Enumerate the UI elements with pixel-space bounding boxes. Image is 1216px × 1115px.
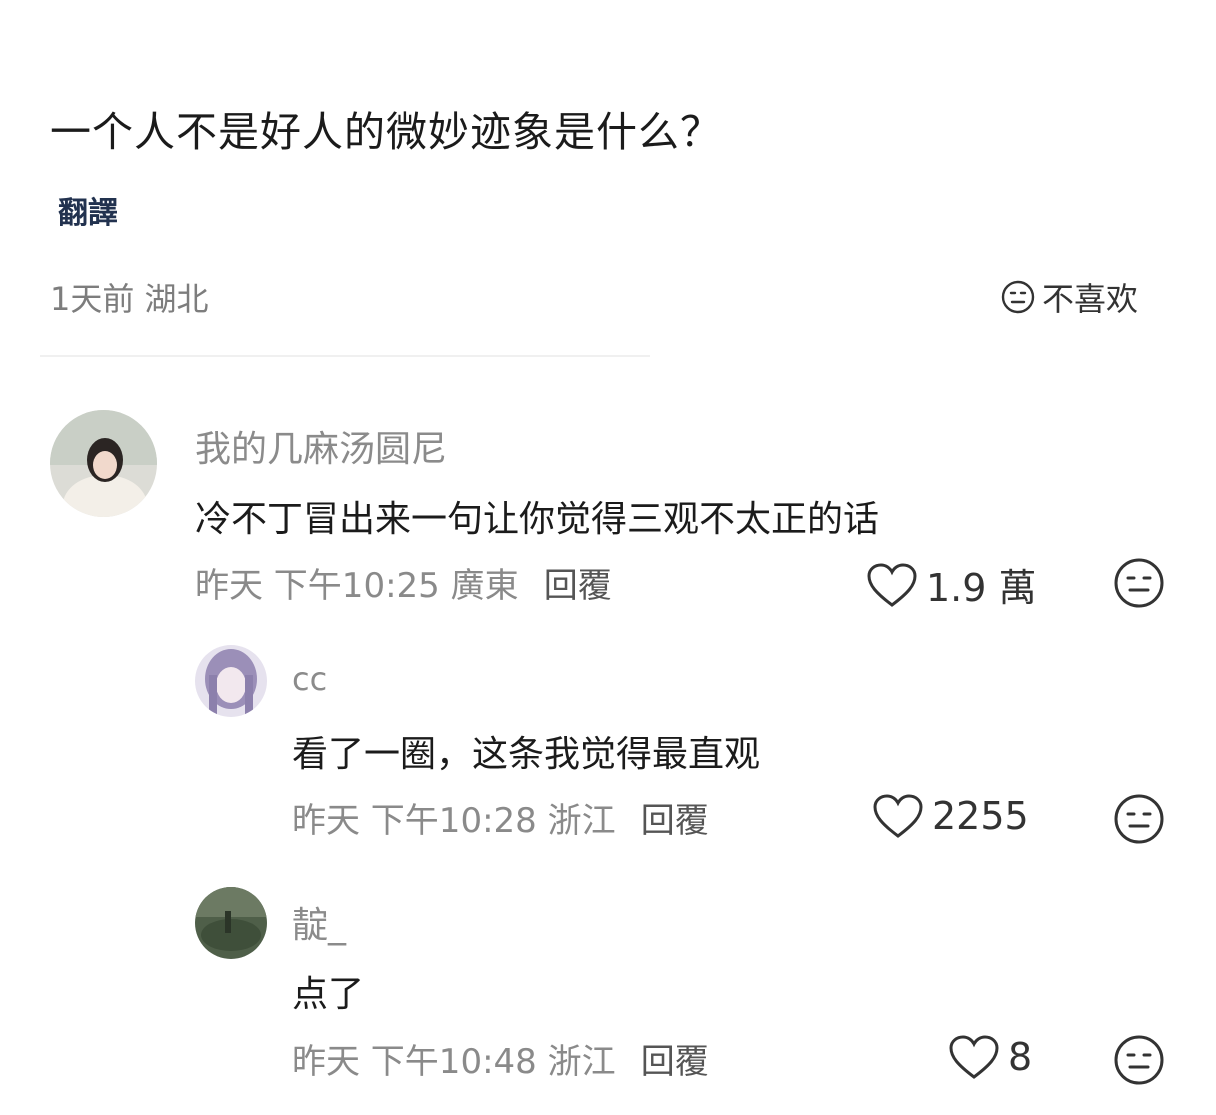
post-title: 一个人不是好人的微妙迹象是什么？ (50, 108, 722, 156)
like-count: 8 (1008, 1035, 1033, 1079)
avatar[interactable] (50, 410, 157, 517)
comment-username[interactable]: cc (292, 660, 327, 698)
comment-text: 看了一圈，这条我觉得最直观 (292, 734, 761, 775)
post-dislike-button[interactable]: 不喜欢 (1000, 274, 1138, 320)
avatar[interactable] (195, 887, 267, 959)
comment-meta: 昨天 下午10:28 浙江 (292, 801, 616, 841)
reply-button[interactable]: 回覆 (544, 566, 612, 606)
dislike-button[interactable] (1113, 1034, 1165, 1090)
like-button[interactable]: 2255 (872, 793, 1029, 839)
post-meta: 1天前 湖北 (50, 280, 209, 318)
post-dislike-label: 不喜欢 (1042, 280, 1139, 318)
comment-meta: 昨天 下午10:25 廣東 (195, 566, 519, 606)
comment-meta-row: 昨天 下午10:28 浙江 回覆 (292, 793, 709, 842)
avatar[interactable] (195, 645, 267, 717)
divider (40, 355, 650, 357)
heart-outline-icon (867, 562, 917, 607)
dislike-button[interactable] (1113, 793, 1165, 849)
meh-face-icon (1001, 280, 1035, 314)
translate-link[interactable]: 翻譯 (58, 188, 118, 232)
like-button[interactable]: 1.9 萬 (866, 557, 1037, 612)
comment-text: 点了 (292, 974, 365, 1015)
heart-outline-icon (873, 794, 923, 838)
meh-face-icon (1114, 794, 1164, 844)
meh-face-icon (1114, 1035, 1164, 1085)
like-count: 1.9 萬 (926, 566, 1037, 610)
heart-outline-icon (949, 1035, 999, 1079)
meh-face-icon (1114, 558, 1164, 608)
comment-text: 冷不丁冒出来一句让你觉得三观不太正的话 (195, 499, 880, 540)
like-button[interactable]: 8 (948, 1034, 1032, 1080)
like-count: 2255 (932, 794, 1029, 838)
reply-button[interactable]: 回覆 (641, 801, 709, 841)
comment-meta: 昨天 下午10:48 浙江 (292, 1042, 616, 1082)
comment-meta-row: 昨天 下午10:25 廣東 回覆 (195, 558, 612, 607)
comment-meta-row: 昨天 下午10:48 浙江 回覆 (292, 1034, 709, 1083)
reply-button[interactable]: 回覆 (641, 1042, 709, 1082)
dislike-button[interactable] (1113, 557, 1165, 613)
comment-username[interactable]: 我的几麻汤圆尼 (195, 420, 447, 472)
comment-username[interactable]: 靛_ (292, 896, 346, 948)
